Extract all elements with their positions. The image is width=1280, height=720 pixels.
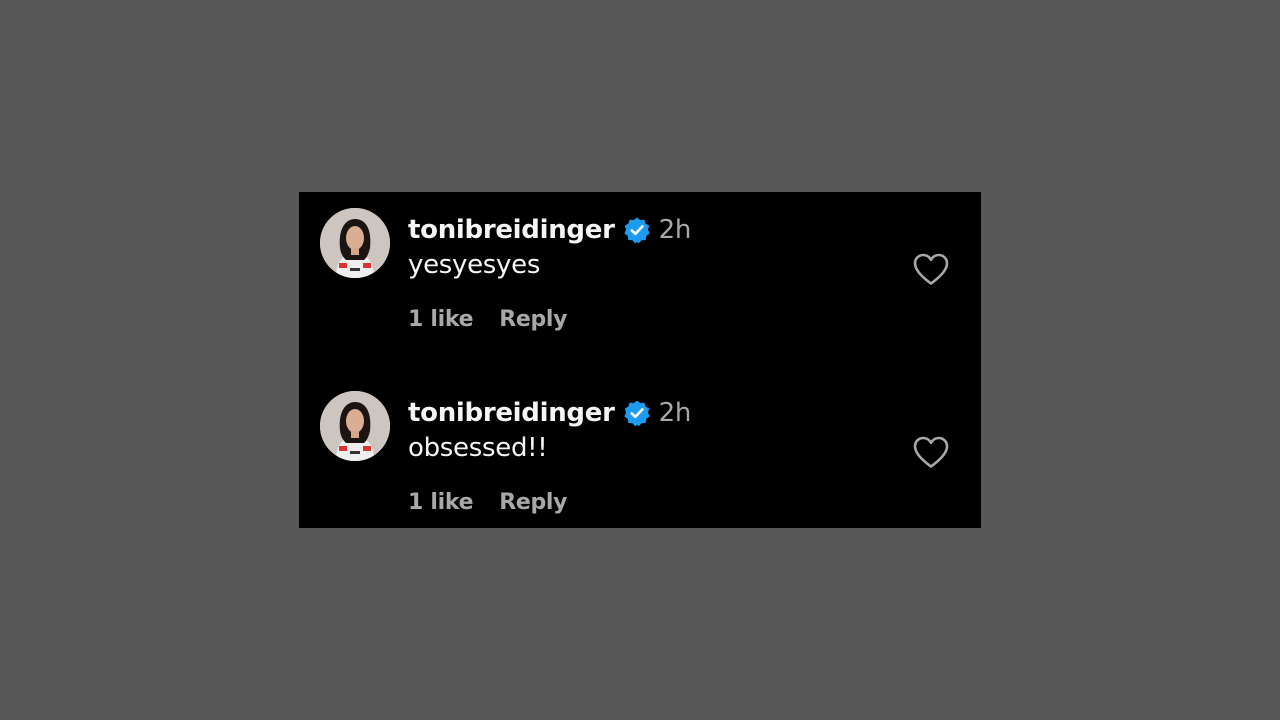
comment-time: 2h	[658, 398, 692, 428]
like-count[interactable]: 1 like	[408, 490, 474, 515]
username[interactable]: tonibreidinger	[408, 215, 615, 245]
reply-button[interactable]: Reply	[499, 307, 567, 332]
comment-time: 2h	[658, 215, 692, 245]
comment: tonibreidinger 2h obsessed!! 1 like Repl…	[299, 375, 981, 528]
comment-header: tonibreidinger 2h	[408, 393, 691, 433]
comment-text: yesyesyes	[408, 250, 541, 280]
heart-icon[interactable]	[912, 252, 950, 286]
username[interactable]: tonibreidinger	[408, 398, 615, 428]
comment-meta: 1 like Reply	[408, 307, 568, 332]
comment-header: tonibreidinger 2h	[408, 210, 691, 250]
comment-text: obsessed!!	[408, 433, 548, 463]
verified-badge-icon	[623, 399, 651, 427]
like-count[interactable]: 1 like	[408, 307, 474, 332]
heart-icon[interactable]	[912, 435, 950, 469]
comment: tonibreidinger 2h yesyesyes 1 like Reply	[299, 192, 981, 375]
profile-photo-icon	[320, 391, 390, 461]
reply-button[interactable]: Reply	[499, 490, 567, 515]
avatar[interactable]	[320, 391, 390, 461]
comments-panel: tonibreidinger 2h yesyesyes 1 like Reply	[299, 192, 981, 528]
profile-photo-icon	[320, 208, 390, 278]
avatar[interactable]	[320, 208, 390, 278]
comment-meta: 1 like Reply	[408, 490, 568, 515]
verified-badge-icon	[623, 216, 651, 244]
